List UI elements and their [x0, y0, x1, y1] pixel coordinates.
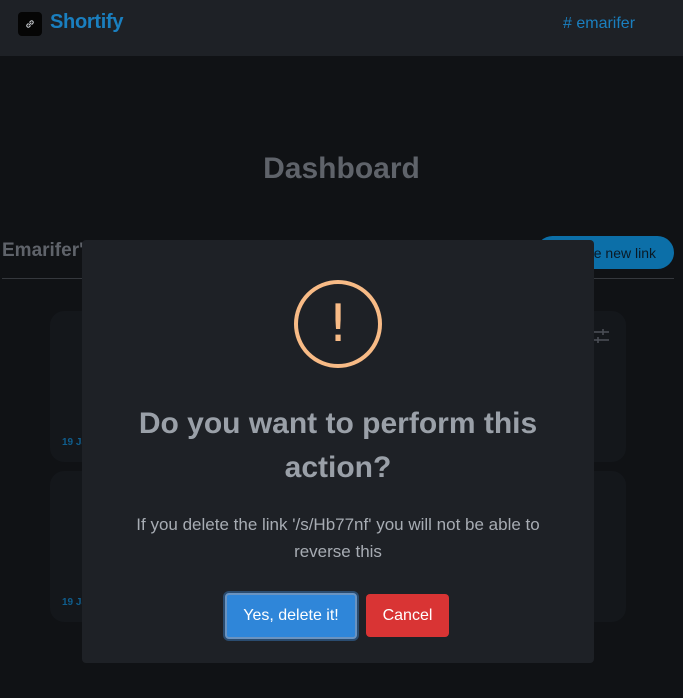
confirm-delete-button[interactable]: Yes, delete it! — [225, 593, 357, 639]
confirm-dialog: ! Do you want to perform this action? If… — [82, 240, 594, 663]
cancel-button[interactable]: Cancel — [366, 594, 449, 637]
sliders-icon[interactable] — [592, 327, 610, 345]
link-icon — [26, 20, 34, 28]
brand-name[interactable]: Shortify — [50, 11, 123, 34]
logo[interactable] — [18, 12, 42, 36]
exclamation-icon: ! — [294, 280, 382, 368]
user-tag[interactable]: # emarifer — [563, 15, 635, 33]
navbar: Shortify # emarifer — [0, 0, 683, 56]
section-title: Emarifer's — [2, 240, 95, 261]
dialog-message: If you delete the link '/s/Hb77nf' you w… — [136, 515, 540, 561]
dialog-title: Do you want to perform this action? — [138, 407, 538, 484]
page-title: Dashboard — [263, 152, 420, 185]
